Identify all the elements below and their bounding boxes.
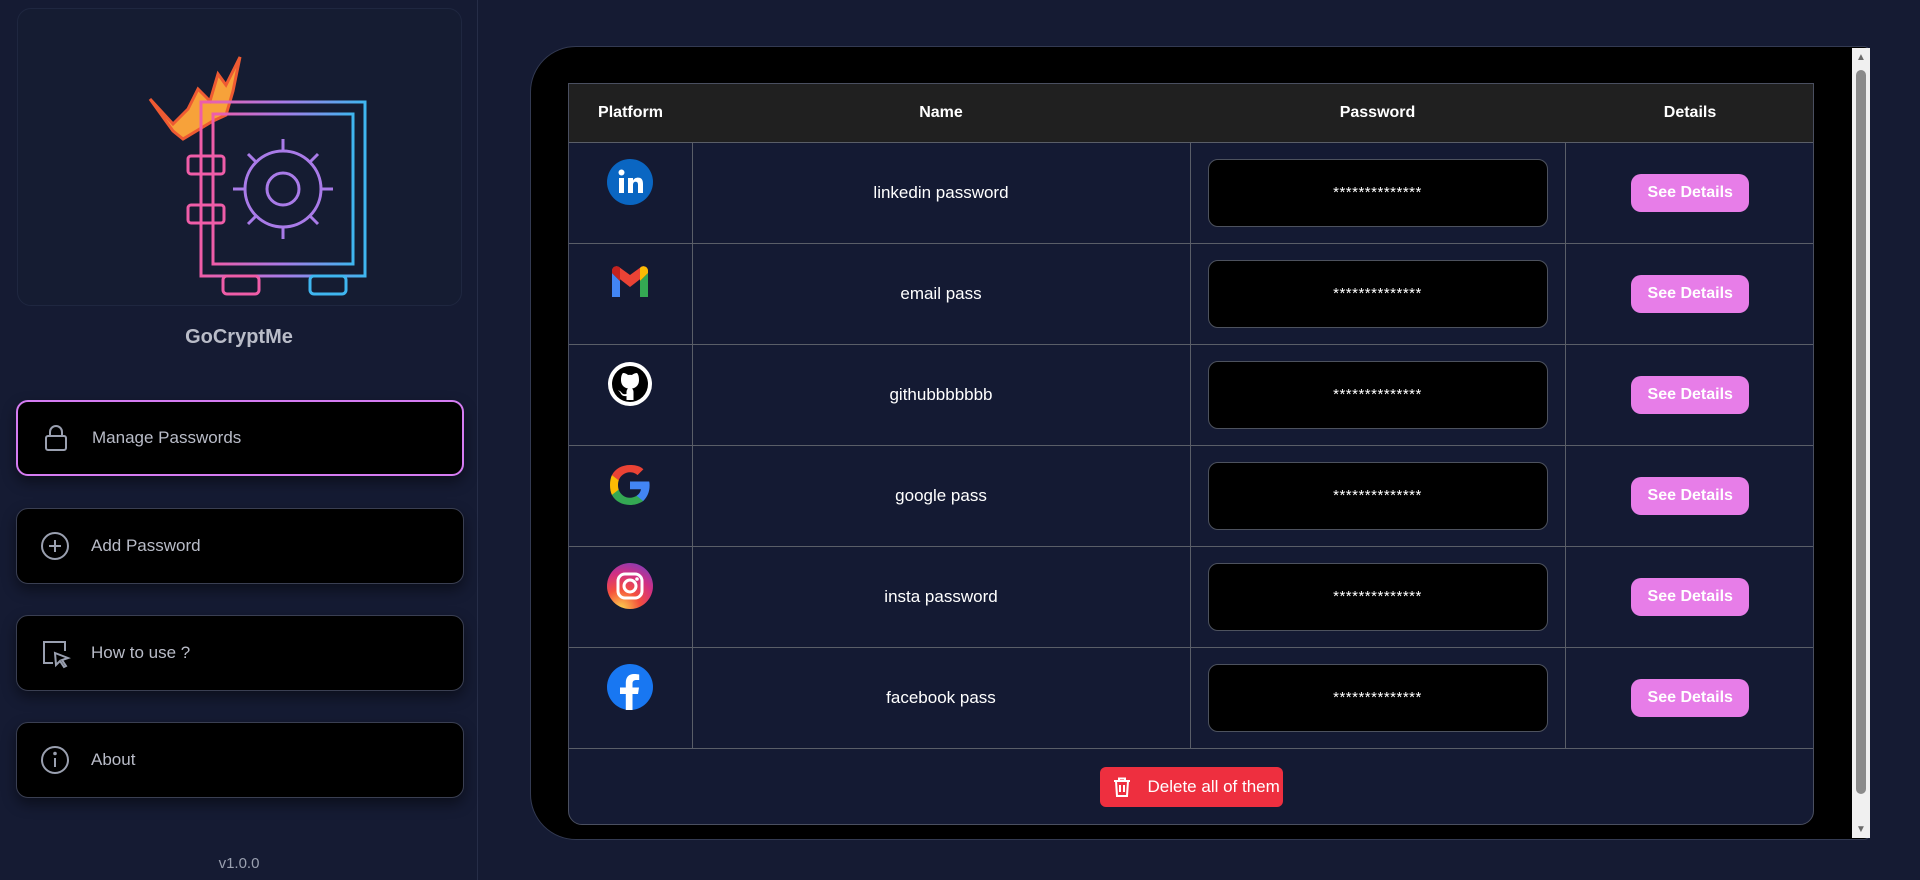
- nav-label: Add Password: [91, 536, 201, 555]
- google-icon: [610, 465, 650, 505]
- table-footer: Delete all of them: [569, 749, 1813, 825]
- header-name: Name: [692, 84, 1190, 143]
- nav-how-to-use[interactable]: How to use ?: [16, 615, 464, 691]
- app-name: GoCryptMe: [185, 326, 293, 348]
- header-platform: Platform: [569, 84, 692, 143]
- app-root: GoCryptMe Manage Passwords Add Password: [0, 0, 1920, 880]
- password-name: linkedin password: [691, 141, 1191, 244]
- sidebar: GoCryptMe Manage Passwords Add Password: [0, 0, 478, 880]
- password-field[interactable]: **************: [1207, 360, 1548, 429]
- password-field[interactable]: **************: [1207, 562, 1548, 631]
- password-name: google pass: [691, 444, 1191, 547]
- table-header-row: Platform Name Password Details: [569, 84, 1813, 143]
- facebook-icon: [607, 664, 654, 710]
- scroll-down-arrow-icon[interactable]: ▼: [1852, 820, 1870, 838]
- password-field[interactable]: **************: [1207, 158, 1548, 227]
- info-icon: [39, 744, 71, 776]
- delete-all-label: Delete all of them: [1147, 777, 1280, 796]
- table-row: insta password ************** See Detail…: [569, 545, 1813, 648]
- header-password: Password: [1190, 84, 1565, 143]
- see-details-button[interactable]: See Details: [1631, 678, 1750, 717]
- plus-circle-icon: [39, 530, 71, 562]
- see-details-button[interactable]: See Details: [1631, 375, 1750, 414]
- table-row: email pass ************** See Details: [569, 242, 1813, 345]
- see-details-button[interactable]: See Details: [1631, 476, 1750, 515]
- nav-add-password[interactable]: Add Password: [16, 508, 464, 584]
- logo-card: [17, 8, 462, 306]
- nav-about[interactable]: About: [16, 722, 464, 798]
- header-details: Details: [1565, 84, 1813, 143]
- see-details-button[interactable]: See Details: [1631, 577, 1750, 616]
- password-name: githubbbbbbb: [691, 343, 1191, 446]
- github-icon: [608, 362, 653, 406]
- password-field[interactable]: **************: [1207, 461, 1548, 530]
- gmail-icon: [612, 266, 649, 297]
- nav-label: About: [91, 750, 136, 769]
- passwords-table: Platform Name Password Details linkedin …: [569, 84, 1813, 749]
- scroll-thumb[interactable]: [1856, 70, 1866, 794]
- see-details-button[interactable]: See Details: [1631, 274, 1750, 313]
- safe-crown-logo-icon: [148, 56, 367, 296]
- table-row: facebook pass ************** See Details: [569, 646, 1813, 749]
- table-row: githubbbbbbb ************** See Details: [569, 343, 1813, 446]
- nav-label: Manage Passwords: [92, 428, 242, 447]
- table-row: linkedin password ************** See Det…: [569, 141, 1813, 244]
- password-name: insta password: [691, 545, 1191, 648]
- nav-label: How to use ?: [91, 643, 191, 662]
- scroll-up-arrow-icon[interactable]: ▲: [1852, 48, 1870, 66]
- passwords-table-container: Platform Name Password Details linkedin …: [568, 83, 1814, 825]
- password-name: facebook pass: [691, 646, 1191, 749]
- delete-all-button[interactable]: Delete all of them: [1099, 767, 1283, 807]
- cursor-click-icon: [39, 637, 71, 669]
- app-version: v1.0.0: [218, 855, 260, 872]
- linkedin-icon: [607, 159, 654, 205]
- table-row: google pass ************** See Details: [569, 444, 1813, 547]
- password-field[interactable]: **************: [1207, 663, 1548, 732]
- instagram-icon: [607, 563, 654, 609]
- trash-icon: [1110, 775, 1134, 799]
- nav-manage-passwords[interactable]: Manage Passwords: [16, 400, 464, 476]
- vertical-scrollbar[interactable]: ▲ ▼: [1852, 48, 1870, 838]
- password-field[interactable]: **************: [1207, 259, 1548, 328]
- password-name: email pass: [691, 242, 1191, 345]
- lock-icon: [40, 422, 72, 454]
- see-details-button[interactable]: See Details: [1631, 173, 1750, 212]
